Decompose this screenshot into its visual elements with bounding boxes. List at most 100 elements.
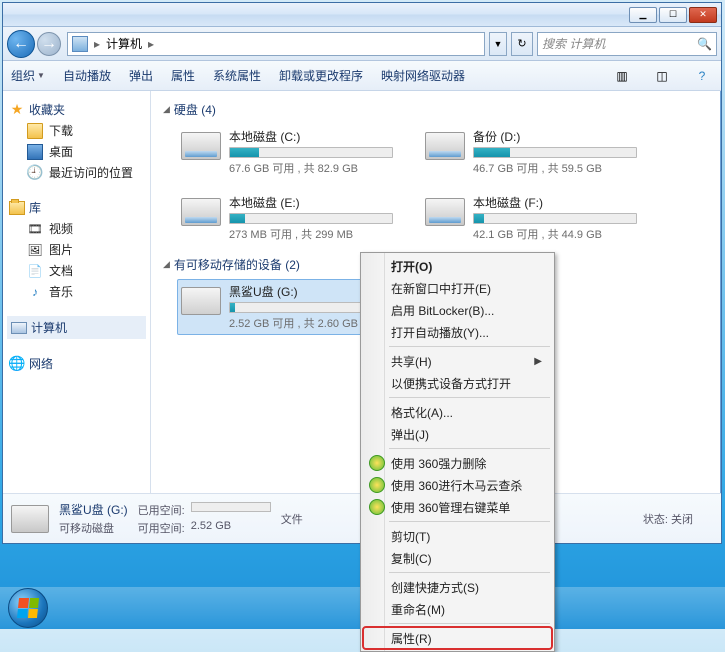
libraries-head[interactable]: 库 xyxy=(7,197,146,218)
details-free-label: 可用空间: xyxy=(138,520,185,536)
ctx-copy[interactable]: 复制(C) xyxy=(363,547,552,569)
sidebar-item-computer[interactable]: 计算机 xyxy=(7,316,146,339)
favorites-group: ★收藏夹 下载 桌面 🕘最近访问的位置 xyxy=(7,99,146,183)
section-hdd[interactable]: ◢硬盘 (4) xyxy=(163,101,709,118)
library-icon xyxy=(9,201,25,215)
ctx-eject[interactable]: 弹出(J) xyxy=(363,423,552,445)
sidebar-item-music[interactable]: ♪音乐 xyxy=(7,281,146,302)
details-bar xyxy=(191,502,271,512)
drive-free: 273 MB 可用 , 共 299 MB xyxy=(229,226,393,242)
drive-c[interactable]: 本地磁盘 (C:) 67.6 GB 可用 , 共 82.9 GB xyxy=(177,124,397,180)
address-bar[interactable]: ▸ 计算机 ▸ xyxy=(67,32,485,56)
favorites-head[interactable]: ★收藏夹 xyxy=(7,99,146,120)
music-icon: ♪ xyxy=(27,284,43,300)
minimize-button[interactable] xyxy=(629,7,657,23)
recent-icon: 🕘 xyxy=(27,165,43,181)
collapse-icon[interactable]: ◢ xyxy=(163,104,170,115)
windows-icon xyxy=(17,598,39,618)
ctx-properties[interactable]: 属性(R) xyxy=(363,627,552,649)
ctx-360-menu[interactable]: 使用 360管理右键菜单 xyxy=(363,496,552,518)
breadcrumb-sep: ▸ xyxy=(94,37,100,51)
usb-icon xyxy=(181,287,221,315)
ctx-share[interactable]: 共享(H)▶ xyxy=(363,350,552,372)
hdd-drives: 本地磁盘 (C:) 67.6 GB 可用 , 共 82.9 GB 备份 (D:)… xyxy=(163,124,709,246)
refresh-button[interactable]: ↻ xyxy=(511,32,533,56)
sidebar-item-pictures[interactable]: 🖼图片 xyxy=(7,239,146,260)
ctx-360-delete[interactable]: 使用 360强力删除 xyxy=(363,452,552,474)
downloads-icon xyxy=(27,123,43,139)
search-input[interactable]: 搜索 计算机 🔍 xyxy=(537,32,717,56)
network-group: 🌐网络 xyxy=(7,353,146,374)
collapse-icon[interactable]: ◢ xyxy=(163,259,170,270)
ctx-sep xyxy=(389,346,550,347)
ctx-open-newwin[interactable]: 在新窗口中打开(E) xyxy=(363,277,552,299)
pictures-icon: 🖼 xyxy=(27,242,43,258)
network-icon: 🌐 xyxy=(9,356,25,372)
computer-icon xyxy=(72,36,88,52)
back-button[interactable]: ← xyxy=(7,30,35,58)
ctx-rename[interactable]: 重命名(M) xyxy=(363,598,552,620)
drive-e[interactable]: 本地磁盘 (E:) 273 MB 可用 , 共 299 MB xyxy=(177,190,397,246)
chevron-right-icon: ▶ xyxy=(534,356,542,367)
breadcrumb-sep: ▸ xyxy=(148,37,154,51)
sidebar: ★收藏夹 下载 桌面 🕘最近访问的位置 库 🎞视频 🖼图片 📄文档 ♪音乐 计算… xyxy=(3,91,151,493)
drive-free: 46.7 GB 可用 , 共 59.5 GB xyxy=(473,160,637,176)
ctx-bitlocker[interactable]: 启用 BitLocker(B)... xyxy=(363,299,552,321)
sidebar-item-recent[interactable]: 🕘最近访问的位置 xyxy=(7,162,146,183)
desktop-icon xyxy=(27,144,43,160)
hdd-icon xyxy=(181,198,221,226)
details-type: 可移动磁盘 xyxy=(59,520,114,536)
capacity-bar xyxy=(473,147,637,158)
ctx-sep xyxy=(389,397,550,398)
computer-group: 计算机 xyxy=(7,316,146,339)
properties-button[interactable]: 属性 xyxy=(171,67,195,84)
ctx-portable[interactable]: 以便携式设备方式打开 xyxy=(363,372,552,394)
maximize-button[interactable] xyxy=(659,7,687,23)
ctx-shortcut[interactable]: 创建快捷方式(S) xyxy=(363,576,552,598)
context-menu: 打开(O) 在新窗口中打开(E) 启用 BitLocker(B)... 打开自动… xyxy=(360,252,555,652)
start-button[interactable] xyxy=(8,588,48,628)
computer-icon xyxy=(11,322,27,334)
sidebar-item-network[interactable]: 🌐网络 xyxy=(7,353,146,374)
drive-free: 42.1 GB 可用 , 共 44.9 GB xyxy=(473,226,637,242)
sidebar-item-documents[interactable]: 📄文档 xyxy=(7,260,146,281)
address-dropdown-button[interactable]: ▼ xyxy=(489,32,507,56)
sidebar-item-desktop[interactable]: 桌面 xyxy=(7,141,146,162)
sidebar-item-videos[interactable]: 🎞视频 xyxy=(7,218,146,239)
eject-button[interactable]: 弹出 xyxy=(129,67,153,84)
capacity-bar xyxy=(229,213,393,224)
drive-free: 67.6 GB 可用 , 共 82.9 GB xyxy=(229,160,393,176)
mapdrive-button[interactable]: 映射网络驱动器 xyxy=(381,67,465,84)
drive-d[interactable]: 备份 (D:) 46.7 GB 可用 , 共 59.5 GB xyxy=(421,124,641,180)
help-button[interactable]: ? xyxy=(691,65,713,87)
uninstall-button[interactable]: 卸载或更改程序 xyxy=(279,67,363,84)
ctx-autoplay[interactable]: 打开自动播放(Y)... xyxy=(363,321,552,343)
capacity-bar xyxy=(473,213,637,224)
details-file-label: 文件 xyxy=(281,511,303,527)
close-button[interactable] xyxy=(689,7,717,23)
breadcrumb-root[interactable]: 计算机 xyxy=(106,35,142,52)
360-icon xyxy=(369,477,385,493)
ctx-open[interactable]: 打开(O) xyxy=(363,255,552,277)
sysproperties-button[interactable]: 系统属性 xyxy=(213,67,261,84)
documents-icon: 📄 xyxy=(27,263,43,279)
titlebar xyxy=(3,3,721,27)
ctx-sep xyxy=(389,623,550,624)
360-icon xyxy=(369,455,385,471)
drive-name: 备份 (D:) xyxy=(473,128,637,145)
preview-pane-button[interactable]: ◫ xyxy=(651,65,673,87)
forward-button[interactable]: → xyxy=(37,32,61,56)
drive-f[interactable]: 本地磁盘 (F:) 42.1 GB 可用 , 共 44.9 GB xyxy=(421,190,641,246)
autoplay-button[interactable]: 自动播放 xyxy=(63,67,111,84)
organize-button[interactable]: 组织▼ xyxy=(11,67,45,84)
view-button[interactable]: ▥ xyxy=(611,65,633,87)
capacity-bar xyxy=(229,147,393,158)
ctx-360-scan[interactable]: 使用 360进行木马云查杀 xyxy=(363,474,552,496)
libraries-group: 库 🎞视频 🖼图片 📄文档 ♪音乐 xyxy=(7,197,146,302)
ctx-sep xyxy=(389,521,550,522)
hdd-icon xyxy=(425,198,465,226)
ctx-cut[interactable]: 剪切(T) xyxy=(363,525,552,547)
videos-icon: 🎞 xyxy=(27,221,43,237)
ctx-format[interactable]: 格式化(A)... xyxy=(363,401,552,423)
sidebar-item-downloads[interactable]: 下载 xyxy=(7,120,146,141)
